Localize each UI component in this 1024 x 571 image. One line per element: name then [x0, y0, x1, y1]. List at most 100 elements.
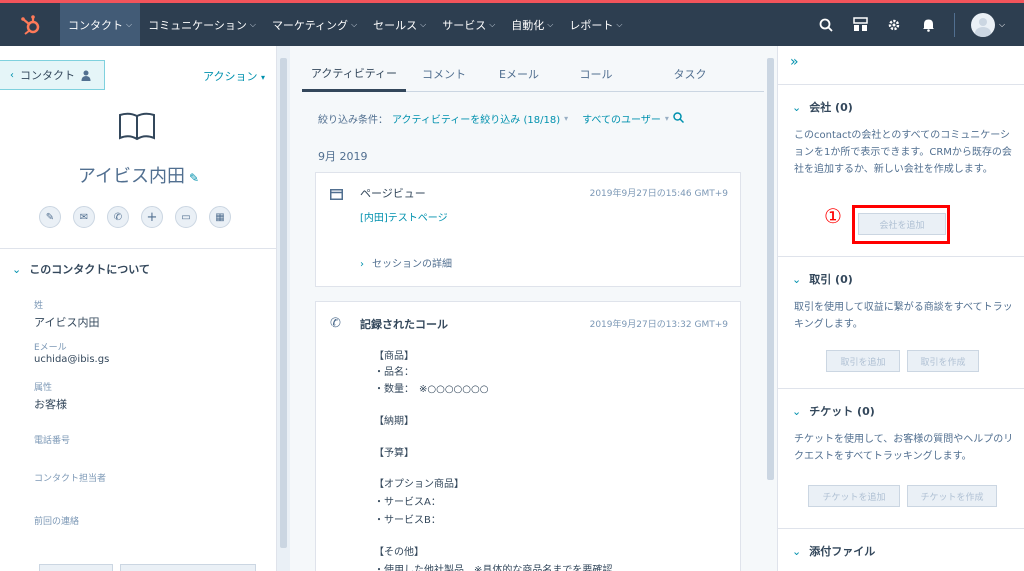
- actions-label: アクション: [203, 70, 258, 83]
- account-menu[interactable]: ⌵: [968, 3, 1008, 46]
- ticket-section-header[interactable]: ⌄ チケット (0): [792, 403, 875, 419]
- chevron-down-icon: ▾: [564, 114, 569, 123]
- call-note-line: 【その他】: [374, 547, 424, 558]
- session-details-toggle[interactable]: › セッションの詳細: [360, 255, 452, 270]
- chevron-down-icon: ⌵: [126, 19, 133, 29]
- scrollbar-thumb[interactable]: [280, 58, 287, 548]
- ticket-section-title: チケット (0): [809, 405, 875, 418]
- chevron-down-icon: ⌄: [792, 545, 802, 558]
- create-ticket-button[interactable]: チケットを作成: [907, 485, 997, 507]
- tab-notes[interactable]: コメント: [406, 56, 482, 92]
- nav-marketing-label: マーケティング: [271, 18, 349, 32]
- nav-marketing[interactable]: マーケティング ⌵: [264, 3, 365, 46]
- bottom-button[interactable]: [39, 564, 113, 571]
- bell-icon[interactable]: [914, 3, 942, 46]
- pageview-title: ページビュー: [360, 187, 426, 200]
- contact-action-buttons: ✎ ✉ ✆ + ▭ ▦: [39, 206, 231, 228]
- pageview-card[interactable]: ページビュー 2019年9月27日の15:46 GMT+9 [内田]テストページ…: [315, 172, 741, 287]
- scrollbar-thumb[interactable]: [767, 58, 774, 480]
- nav-service[interactable]: サービス ⌵: [434, 3, 503, 46]
- deal-section: ⌄ 取引 (0) 取引を使用して収益に繋がる商談をすべてトラッキングします。 取引…: [778, 256, 1024, 388]
- annotation-highlight-box: [852, 205, 950, 244]
- property-value[interactable]: お客様: [34, 396, 67, 412]
- property-label: 姓: [34, 301, 44, 311]
- property-label: 属性: [34, 383, 53, 393]
- filter-activity-dropdown[interactable]: アクティビティーを絞り込み (18/18): [392, 111, 560, 126]
- property-label: Eメール: [34, 343, 67, 353]
- top-navigation: コンタクト ⌵ コミュニケーション ⌵ マーケティング ⌵ セールス ⌵ サービス ⌵ 自…: [0, 0, 1024, 46]
- chevron-left-icon: ‹: [10, 69, 14, 81]
- search-icon[interactable]: [673, 111, 684, 126]
- add-ticket-button[interactable]: チケットを追加: [808, 485, 900, 507]
- nav-conversations[interactable]: コミュニケーション ⌵: [140, 3, 264, 46]
- nav-sales[interactable]: セールス ⌵: [365, 3, 434, 46]
- chevron-down-icon: ⌵: [489, 19, 496, 29]
- avatar: [970, 12, 995, 37]
- call-note-line: ・サービスA：: [374, 497, 441, 508]
- deal-section-description: 取引を使用して収益に繋がる商談をすべてトラッキングします。: [794, 302, 1013, 330]
- tab-activity[interactable]: アクティビティー: [302, 56, 406, 92]
- chevron-down-icon: ▾: [664, 114, 669, 123]
- nav-contacts[interactable]: コンタクト ⌵: [60, 3, 141, 46]
- about-divider: [0, 248, 277, 249]
- person-icon: [81, 70, 91, 81]
- tab-tasks[interactable]: タスク: [636, 56, 744, 92]
- chevron-down-icon: ⌵: [616, 19, 623, 29]
- property-value[interactable]: uchida@ibis.gs: [34, 354, 109, 365]
- activity-tabs: アクティビティー コメント Eメール コール タスク: [302, 56, 764, 92]
- add-deal-button[interactable]: 取引を追加: [826, 350, 900, 372]
- collapse-sidebar-icon[interactable]: »: [790, 54, 799, 70]
- create-deal-button[interactable]: 取引を作成: [907, 350, 979, 372]
- phone-icon: ✆: [330, 316, 341, 331]
- call-note-line: ・数量： ※○○○○○○○: [374, 384, 489, 395]
- call-note-line: 【オプション商品】: [374, 479, 464, 490]
- phone-icon[interactable]: ✆: [107, 206, 129, 228]
- left-scrollbar[interactable]: [277, 46, 290, 571]
- note-icon[interactable]: ✎: [39, 206, 61, 228]
- session-details-label: セッションの詳細: [372, 259, 452, 270]
- hubspot-logo-icon[interactable]: [0, 3, 60, 46]
- marketplace-icon[interactable]: [846, 3, 874, 46]
- middle-scrollbar[interactable]: [764, 46, 777, 571]
- property-value[interactable]: アイビス内田: [34, 314, 99, 330]
- property-label: 電話番号: [34, 436, 71, 446]
- plus-icon[interactable]: +: [141, 206, 163, 228]
- nav-automation[interactable]: 自動化 ⌵: [503, 3, 561, 46]
- associations-sidebar: » ⌄ 会社 (0) このcontactの会社とのすべてのコミュニケーションを1か…: [777, 46, 1024, 571]
- task-icon[interactable]: ▭: [175, 206, 197, 228]
- chevron-right-icon: ›: [360, 259, 364, 270]
- call-card[interactable]: ✆ 記録されたコール 2019年9月27日の13:32 GMT+9 【商品】 ・…: [315, 301, 741, 571]
- call-note-line: 【予算】: [374, 448, 414, 459]
- ticket-section: ⌄ チケット (0) チケットを使用して、お客様の質問やヘルプのリクエストをすべて…: [778, 388, 1024, 528]
- company-section-description: このcontactの会社とのすべてのコミュニケーションを1か所で表示できます。C…: [794, 130, 1012, 175]
- chevron-down-icon: ⌵: [351, 19, 358, 29]
- activity-filter-bar: 絞り込み条件： アクティビティーを絞り込み (18/18) ▾ すべてのユーザー…: [318, 111, 684, 126]
- gear-icon[interactable]: [880, 3, 908, 46]
- search-icon[interactable]: [812, 3, 840, 46]
- actions-dropdown[interactable]: アクション ▾: [203, 68, 265, 84]
- contact-sidebar: ‹ コンタクト アクション ▾ アイビス内田 ✎ ✎ ✉ ✆ + ▭ ▦ ⌄ このコ…: [0, 46, 277, 571]
- deal-section-title: 取引 (0): [809, 273, 853, 286]
- tab-emails[interactable]: Eメール: [482, 56, 556, 92]
- nav-reports[interactable]: レポート ⌵: [561, 3, 630, 46]
- chevron-down-icon: ⌄: [792, 101, 802, 114]
- attachments-section-title: 添付ファイル: [809, 545, 876, 558]
- pencil-icon[interactable]: ✎: [189, 171, 199, 185]
- email-icon[interactable]: ✉: [73, 206, 95, 228]
- filter-label: 絞り込み条件：: [318, 115, 388, 126]
- call-note-line: ・サービスB：: [374, 515, 441, 526]
- attachments-section-header[interactable]: ⌄ 添付ファイル: [792, 543, 875, 559]
- tab-calls[interactable]: コール: [556, 56, 636, 92]
- pageview-link[interactable]: [内田]テストページ: [360, 209, 448, 224]
- about-section-header[interactable]: ⌄ このコンタクトについて: [12, 261, 150, 277]
- nav-contacts-label: コンタクト: [68, 18, 123, 32]
- nav-sales-label: セールス: [373, 18, 418, 32]
- calendar-icon[interactable]: ▦: [209, 206, 231, 228]
- nav-conversations-label: コミュニケーション: [148, 18, 247, 32]
- bottom-button[interactable]: [120, 564, 256, 571]
- company-section-header[interactable]: ⌄ 会社 (0): [792, 99, 853, 115]
- back-to-contacts-button[interactable]: ‹ コンタクト: [0, 60, 105, 90]
- filter-users-dropdown[interactable]: すべてのユーザー: [582, 111, 661, 126]
- deal-section-header[interactable]: ⌄ 取引 (0): [792, 271, 853, 287]
- call-title: 記録されたコール: [360, 318, 448, 331]
